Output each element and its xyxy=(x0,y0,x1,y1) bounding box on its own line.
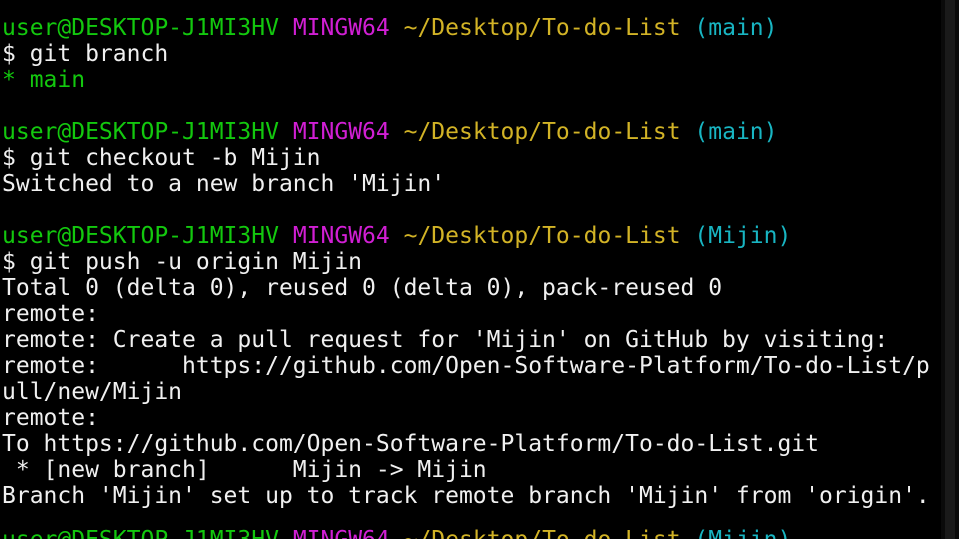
terminal-output: user@DESKTOP-J1MI3HV MINGW64 ~/Desktop/T… xyxy=(2,15,940,509)
output-line: * [new branch] Mijin -> Mijin xyxy=(2,457,487,483)
output-line: To https://github.com/Open-Software-Plat… xyxy=(2,431,819,457)
prompt-system: MINGW64 xyxy=(292,119,390,145)
prompt-path: ~/Desktop/To-do-List xyxy=(403,119,681,145)
terminal-window[interactable]: user@DESKTOP-J1MI3HV MINGW64 ~/Desktop/T… xyxy=(0,0,959,539)
prompt-user: user@DESKTOP-J1MI3HV xyxy=(2,223,279,249)
prompt-path: ~/Desktop/To-do-List xyxy=(403,223,681,249)
prompt-branch: (main) xyxy=(694,15,778,41)
prompt-line: user@DESKTOP-J1MI3HV MINGW64 ~/Desktop/T… xyxy=(2,15,940,41)
output-line: Total 0 (delta 0), reused 0 (delta 0), p… xyxy=(2,275,723,301)
output-line: Branch 'Mijin' set up to track remote br… xyxy=(2,483,930,509)
prompt-line: user@DESKTOP-J1MI3HV MINGW64 ~/Desktop/T… xyxy=(2,223,940,249)
prompt-path: ~/Desktop/To-do-List xyxy=(404,527,681,539)
prompt-branch: (Mijin) xyxy=(694,223,792,249)
output-line: remote: xyxy=(2,405,99,431)
scrollbar-thumb[interactable] xyxy=(945,0,955,539)
prompt-line: user@DESKTOP-J1MI3HV MINGW64 ~/Desktop/T… xyxy=(2,119,940,145)
prompt-user: user@DESKTOP-J1MI3HV xyxy=(2,15,279,41)
prompt-user: user@DESKTOP-J1MI3HV xyxy=(2,119,279,145)
prompt-line-partial: user@DESKTOP-J1MI3HV MINGW64 ~/Desktop/T… xyxy=(2,527,791,539)
command-line: $ git push -u origin Mijin xyxy=(2,249,363,275)
output-line: Switched to a new branch 'Mijin' xyxy=(2,171,446,197)
output-line: * main xyxy=(2,67,86,93)
output-line: ull/new/Mijin xyxy=(2,379,183,405)
scrollbar[interactable] xyxy=(941,0,959,539)
command-line: $ git checkout -b Mijin xyxy=(2,145,321,171)
prompt-system: MINGW64 xyxy=(292,15,390,41)
output-line: remote: Create a pull request for 'Mijin… xyxy=(2,327,889,353)
prompt-path: ~/Desktop/To-do-List xyxy=(403,15,681,41)
prompt-system: MINGW64 xyxy=(293,527,390,539)
prompt-user: user@DESKTOP-J1MI3HV xyxy=(2,527,279,539)
prompt-branch: (main) xyxy=(694,119,778,145)
prompt-branch: (Mijin) xyxy=(694,527,791,539)
output-line: remote: https://github.com/Open-Software… xyxy=(2,353,930,379)
prompt-system: MINGW64 xyxy=(292,223,390,249)
command-line: $ git branch xyxy=(2,41,169,67)
output-line: remote: xyxy=(2,301,99,327)
